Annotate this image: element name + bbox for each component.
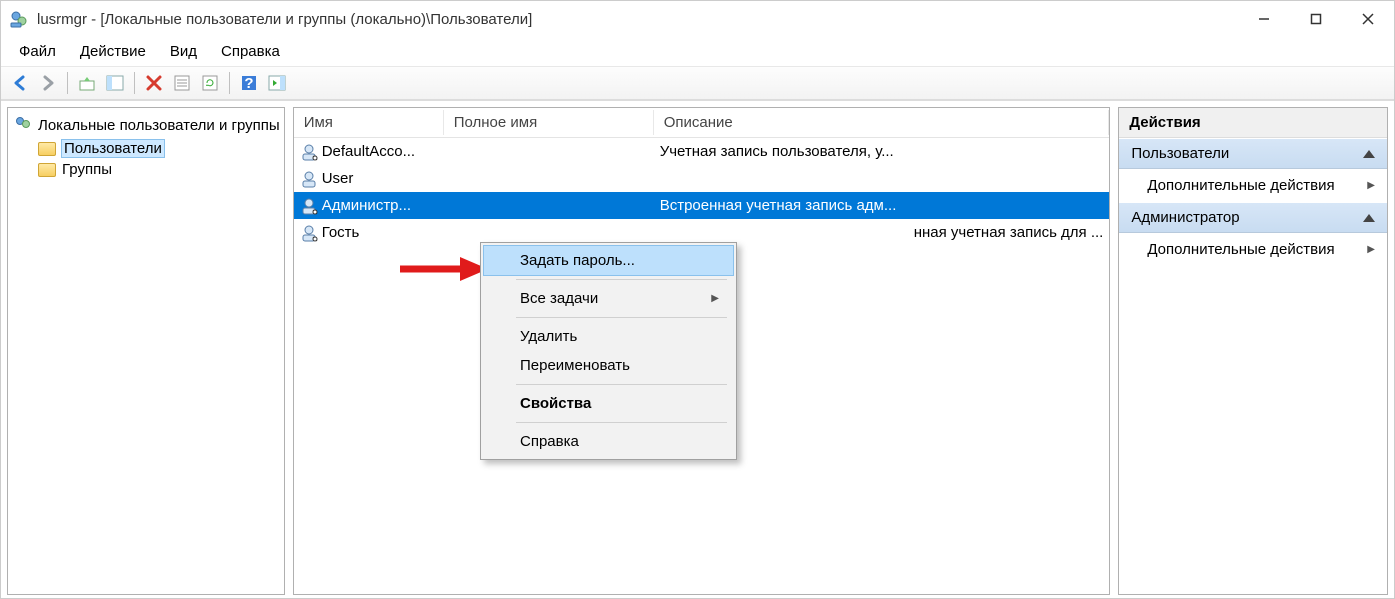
window-title: lusrmgr - [Локальные пользователи и груп…	[37, 11, 1238, 28]
list-header: Имя Полное имя Описание	[294, 108, 1110, 138]
tree-users-label: Пользователи	[62, 140, 164, 157]
menu-separator	[516, 384, 727, 385]
ctx-help[interactable]: Справка	[484, 427, 733, 456]
user-icon	[300, 170, 318, 188]
cell-name: Гость	[322, 224, 360, 241]
list-row[interactable]: User	[294, 165, 1110, 192]
ctx-label: Все задачи	[520, 290, 598, 307]
actions-section-label: Пользователи	[1131, 145, 1229, 162]
user-icon	[300, 143, 318, 161]
tree-groups-label: Группы	[62, 161, 112, 178]
forward-button[interactable]	[35, 70, 61, 96]
list-row-selected[interactable]: Администр... Встроенная учетная запись а…	[294, 192, 1110, 219]
cell-description: Учетная запись пользователя, у...	[654, 143, 1110, 160]
toolbar-separator	[229, 72, 230, 94]
cell-name: DefaultAcco...	[322, 143, 415, 160]
column-description[interactable]: Описание	[654, 110, 1110, 135]
menu-separator	[516, 422, 727, 423]
annotation-arrow	[400, 254, 490, 284]
toolbar-separator	[134, 72, 135, 94]
context-menu: Задать пароль... Все задачи ▶ Удалить Пер…	[480, 242, 737, 460]
column-name[interactable]: Имя	[294, 110, 444, 135]
actions-item-label: Дополнительные действия	[1147, 177, 1334, 194]
ctx-delete[interactable]: Удалить	[484, 322, 733, 351]
tree-users[interactable]: Пользователи	[10, 138, 282, 159]
app-icon	[9, 9, 29, 29]
actions-section-users[interactable]: Пользователи	[1119, 138, 1387, 169]
action-pane-button[interactable]	[264, 70, 290, 96]
ctx-label: Задать пароль...	[520, 252, 635, 269]
chevron-right-icon: ▶	[1367, 244, 1375, 255]
toolbar-separator	[67, 72, 68, 94]
menu-separator	[516, 279, 727, 280]
ctx-rename[interactable]: Переименовать	[484, 351, 733, 380]
cell-name: Администр...	[322, 197, 411, 214]
ctx-properties[interactable]: Свойства	[484, 389, 733, 418]
folder-icon	[38, 142, 56, 156]
folder-icon	[38, 163, 56, 177]
ctx-label: Справка	[520, 433, 579, 450]
show-hide-tree-button[interactable]	[102, 70, 128, 96]
minimize-button[interactable]	[1238, 1, 1290, 37]
chevron-right-icon: ▶	[1367, 180, 1375, 191]
menubar: Файл Действие Вид Справка	[1, 37, 1394, 67]
svg-text:?: ?	[244, 75, 253, 92]
actions-title: Действия	[1119, 108, 1387, 138]
menu-help[interactable]: Справка	[211, 39, 290, 64]
menu-file[interactable]: Файл	[9, 39, 66, 64]
menu-view[interactable]: Вид	[160, 39, 207, 64]
cell-description: Встроенная учетная запись адм...	[654, 197, 1110, 214]
user-icon	[300, 224, 318, 242]
menu-separator	[516, 317, 727, 318]
tree-root-label: Локальные пользователи и группы	[38, 117, 280, 134]
actions-more-users[interactable]: Дополнительные действия ▶	[1119, 169, 1387, 202]
titlebar: lusrmgr - [Локальные пользователи и груп…	[1, 1, 1394, 37]
cell-name: User	[322, 170, 354, 187]
ctx-label: Переименовать	[520, 357, 630, 374]
close-button[interactable]	[1342, 1, 1394, 37]
actions-item-label: Дополнительные действия	[1147, 241, 1334, 258]
help-button[interactable]: ?	[236, 70, 262, 96]
column-fullname[interactable]: Полное имя	[444, 110, 654, 135]
collapse-icon	[1363, 150, 1375, 158]
delete-button[interactable]	[141, 70, 167, 96]
ctx-label: Свойства	[520, 395, 591, 412]
up-button[interactable]	[74, 70, 100, 96]
properties-button[interactable]	[169, 70, 195, 96]
menu-action[interactable]: Действие	[70, 39, 156, 64]
list-row[interactable]: DefaultAcco... Учетная запись пользовате…	[294, 138, 1110, 165]
refresh-button[interactable]	[197, 70, 223, 96]
actions-section-admin[interactable]: Администратор	[1119, 202, 1387, 233]
tree-root[interactable]: Локальные пользователи и группы	[10, 112, 282, 138]
collapse-icon	[1363, 214, 1375, 222]
cell-description: нная учетная запись для ...	[654, 224, 1110, 241]
ctx-label: Удалить	[520, 328, 577, 345]
actions-section-label: Администратор	[1131, 209, 1239, 226]
actions-panel: Действия Пользователи Дополнительные дей…	[1118, 107, 1388, 595]
users-groups-icon	[14, 114, 32, 136]
tree-panel: Локальные пользователи и группы Пользова…	[7, 107, 285, 595]
back-button[interactable]	[7, 70, 33, 96]
ctx-all-tasks[interactable]: Все задачи ▶	[484, 284, 733, 313]
user-icon	[300, 197, 318, 215]
maximize-button[interactable]	[1290, 1, 1342, 37]
tree-groups[interactable]: Группы	[10, 159, 282, 180]
actions-more-admin[interactable]: Дополнительные действия ▶	[1119, 233, 1387, 266]
ctx-set-password[interactable]: Задать пароль...	[484, 246, 733, 275]
chevron-right-icon: ▶	[711, 293, 719, 304]
toolbar: ?	[1, 67, 1394, 101]
